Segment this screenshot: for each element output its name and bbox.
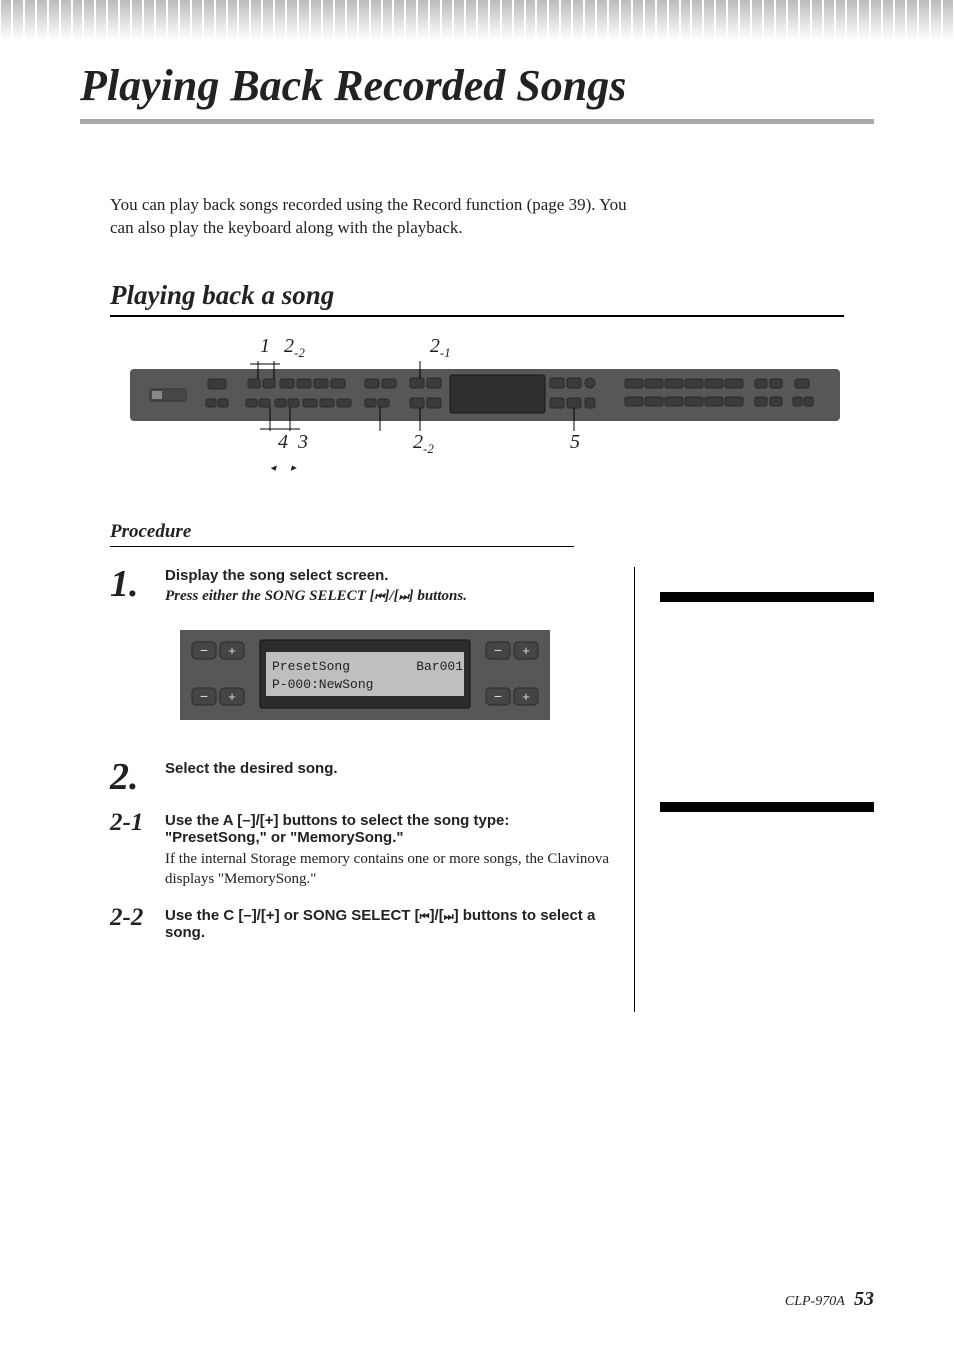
callout-2-2-bottom: 2-2 <box>413 431 434 457</box>
rewind-icon: ⏮ <box>375 591 385 603</box>
svg-text:+: + <box>522 643 530 658</box>
callout-4: 4 <box>278 431 288 454</box>
main-column: 1. Display the song select screen. Press… <box>110 567 635 1012</box>
lcd-line2: P-000:NewSong <box>272 677 373 692</box>
callout-2-1-top: 2-1 <box>430 335 451 361</box>
side-bar-2 <box>660 802 874 812</box>
svg-text:−: − <box>494 642 502 658</box>
footer-model: CLP-970A <box>785 1294 845 1309</box>
svg-text:+: + <box>228 689 236 704</box>
svg-text:−: − <box>494 688 502 704</box>
section-heading: Playing back a song <box>110 280 844 317</box>
step-2-number: 2. <box>110 760 165 794</box>
forward-icon: ⏭ <box>399 591 409 603</box>
forward-icon: ⏭ <box>444 911 454 923</box>
callout-3: 3 <box>298 431 308 454</box>
svg-text:+: + <box>228 643 236 658</box>
callout-4-triangles: ◂ ▸ <box>270 461 302 474</box>
intro-text: You can play back songs recorded using t… <box>110 194 630 240</box>
lcd-line1-right: Bar001 <box>416 659 463 674</box>
procedure-heading: Procedure <box>110 521 574 547</box>
step-2-2-title: Use the C [–]/[+] or SONG SELECT [⏮]/[⏭]… <box>165 907 614 941</box>
lcd-line1-left: PresetSong <box>272 659 350 674</box>
page-title: Playing Back Recorded Songs <box>80 60 874 111</box>
svg-text:−: − <box>200 642 208 658</box>
step-2-1-number: 2-1 <box>110 812 165 889</box>
side-column <box>635 567 874 1012</box>
lcd-panel-illustration: − + − + PresetSong Bar001 P-000:NewSong … <box>180 630 614 725</box>
step-1-title: Display the song select screen. <box>165 567 467 584</box>
svg-text:−: − <box>200 688 208 704</box>
step-2-title: Select the desired song. <box>165 760 338 777</box>
decorative-top-bars <box>0 0 954 40</box>
callout-2-2-top: 2-2 <box>284 335 305 361</box>
step-2-2-number: 2-2 <box>110 907 165 945</box>
step-2-1-title: Use the A [–]/[+] buttons to select the … <box>165 812 614 846</box>
step-2-1-detail: If the internal Storage memory contains … <box>165 850 614 889</box>
step-1-instruction: Press either the SONG SELECT [⏮]/[⏭] but… <box>165 588 467 605</box>
step-1-number: 1. <box>110 567 165 605</box>
footer-page-number: 53 <box>854 1288 874 1310</box>
callout-5: 5 <box>570 431 580 454</box>
svg-text:+: + <box>522 689 530 704</box>
panel-diagram: 1 2-2 2-1 <box>130 335 844 481</box>
page-footer: CLP-970A 53 <box>785 1288 874 1311</box>
title-underline <box>80 119 874 124</box>
rewind-icon: ⏮ <box>420 911 430 923</box>
callout-1: 1 <box>260 335 270 361</box>
keyboard-panel-illustration <box>130 361 840 431</box>
side-bar-1 <box>660 592 874 602</box>
